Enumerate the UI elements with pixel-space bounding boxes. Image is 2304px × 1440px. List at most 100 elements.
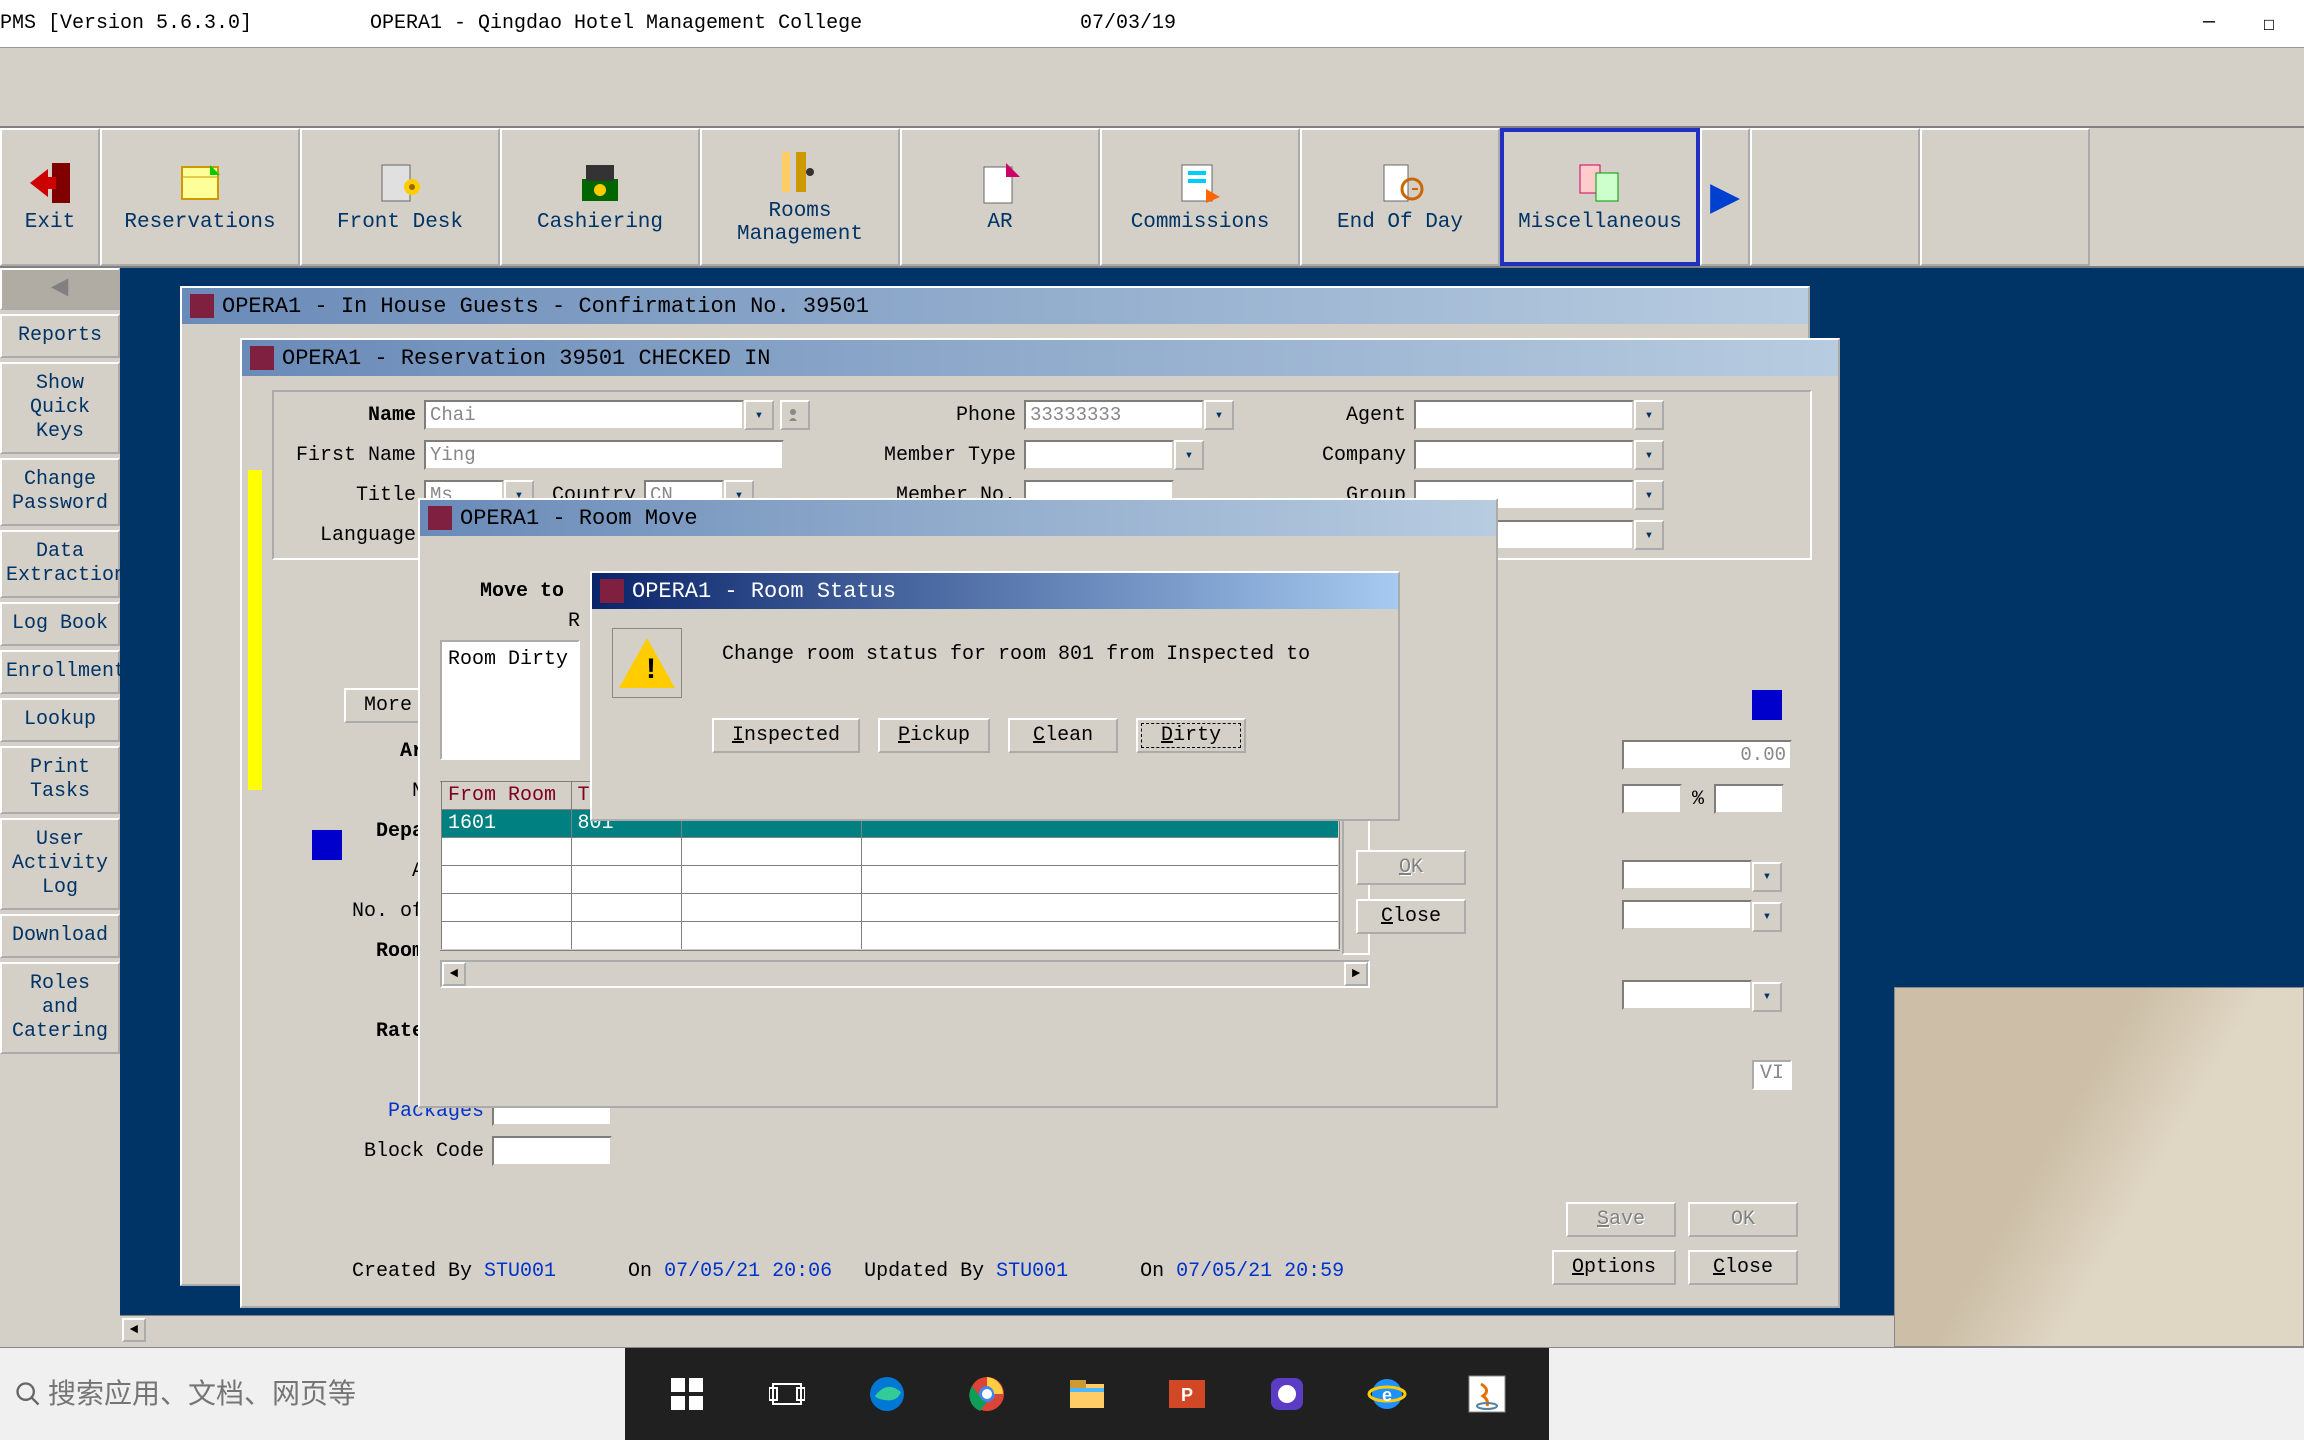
extra-lov-icon[interactable]: ▾ <box>1634 520 1664 550</box>
ie-icon[interactable]: e <box>1365 1372 1409 1416</box>
r2-lov-icon[interactable]: ▾ <box>1752 902 1782 932</box>
sb-roles-catering[interactable]: Roles and Catering <box>0 962 120 1054</box>
start-icon[interactable] <box>665 1372 709 1416</box>
maximize-icon[interactable]: ☐ <box>2254 9 2284 39</box>
rm-close-button[interactable]: Close <box>1356 899 1466 934</box>
toolbar-next-icon[interactable]: ▶ <box>1700 128 1750 266</box>
pickup-button[interactable]: Pickup <box>878 718 990 753</box>
tb-cashiering[interactable]: Cashiering <box>500 128 700 266</box>
java-icon[interactable] <box>1465 1372 1509 1416</box>
tb-rooms-mgmt[interactable]: Rooms Management <box>700 128 900 266</box>
r3-lov-icon[interactable]: ▾ <box>1752 982 1782 1012</box>
inspected-button[interactable]: Inspected <box>712 718 860 753</box>
room-status-title-bar[interactable]: OPERA1 - Room Status <box>592 573 1398 609</box>
room-move-title: OPERA1 - Room Move <box>460 506 698 531</box>
agent-field[interactable] <box>1414 400 1634 430</box>
tb-commissions[interactable]: Commissions <box>1100 128 1300 266</box>
tb-reservations[interactable]: Reservations <box>100 128 300 266</box>
search-input[interactable] <box>46 1377 546 1411</box>
r1-field[interactable] <box>1622 860 1752 890</box>
lbl-created-by: Created By <box>352 1260 472 1283</box>
taskbar-search[interactable] <box>10 1376 546 1412</box>
sb-download[interactable]: Download <box>0 914 120 958</box>
sidebar-prev-icon[interactable]: ◄ <box>0 268 120 310</box>
reservation-title: OPERA1 - Reservation 39501 CHECKED IN <box>282 346 770 371</box>
title-bar: PMS [Version 5.6.3.0] OPERA1 - Qingdao H… <box>0 0 2304 48</box>
balance-field[interactable] <box>1622 740 1792 770</box>
phone-lov-icon[interactable]: ▾ <box>1204 400 1234 430</box>
explorer-icon[interactable] <box>1065 1372 1109 1416</box>
first-name-field[interactable] <box>424 440 784 470</box>
company-lov-icon[interactable]: ▾ <box>1634 440 1664 470</box>
sb-user-activity[interactable]: User Activity Log <box>0 818 120 910</box>
lbl-title: Title <box>274 484 424 507</box>
window-icon <box>600 579 624 603</box>
sb-log-book[interactable]: Log Book <box>0 602 120 646</box>
mdi-scroll-left-icon[interactable]: ◄ <box>122 1318 146 1342</box>
tb-empty-2 <box>1920 128 2090 266</box>
block-code-field[interactable] <box>492 1136 612 1166</box>
r2-field[interactable] <box>1622 900 1752 930</box>
room-move-title-bar[interactable]: OPERA1 - Room Move <box>420 500 1496 536</box>
res-options-button[interactable]: Options <box>1552 1250 1676 1285</box>
clean-button[interactable]: Clean <box>1008 718 1118 753</box>
warning-icon <box>612 628 682 698</box>
res-close-button[interactable]: Close <box>1688 1250 1798 1285</box>
profile-detail-icon[interactable] <box>780 400 810 430</box>
tb-empty-1 <box>1750 128 1920 266</box>
app-icon[interactable] <box>1265 1372 1309 1416</box>
minimize-icon[interactable]: ─ <box>2194 9 2224 39</box>
dirty-button[interactable]: Dirty <box>1136 718 1246 753</box>
company-field[interactable] <box>1414 440 1634 470</box>
phone-field[interactable] <box>1024 400 1204 430</box>
task-view-icon[interactable] <box>765 1372 809 1416</box>
business-date: 07/03/19 <box>1080 12 1176 35</box>
lbl-language: Language <box>274 524 424 547</box>
name-lov-icon[interactable]: ▾ <box>744 400 774 430</box>
tb-miscellaneous[interactable]: Miscellaneous <box>1500 128 1700 266</box>
window-icon <box>190 294 214 318</box>
indicator-square-right <box>1752 690 1782 720</box>
res-ok-button[interactable]: OK <box>1688 1202 1798 1237</box>
tb-end-of-day[interactable]: End Of Day <box>1300 128 1500 266</box>
table-row[interactable] <box>441 838 1339 866</box>
lbl-member-type: Member Type <box>854 444 1024 467</box>
sb-reports[interactable]: Reports <box>0 314 120 358</box>
res-save-button[interactable]: Save <box>1566 1202 1676 1237</box>
grid-hscroll[interactable]: ◄ ► <box>440 960 1370 988</box>
agent-lov-icon[interactable]: ▾ <box>1634 400 1664 430</box>
scroll-left-icon[interactable]: ◄ <box>442 962 466 986</box>
r1-lov-icon[interactable]: ▾ <box>1752 862 1782 892</box>
table-row[interactable] <box>441 922 1339 950</box>
member-type-field[interactable] <box>1024 440 1174 470</box>
sb-print-tasks[interactable]: Print Tasks <box>0 746 120 814</box>
webcam-overlay <box>1894 987 2304 1347</box>
member-type-lov-icon[interactable]: ▾ <box>1174 440 1204 470</box>
tb-exit[interactable]: Exit <box>0 128 100 266</box>
scroll-right-icon[interactable]: ► <box>1344 962 1368 986</box>
tb-ar[interactable]: AR <box>900 128 1100 266</box>
name-field[interactable] <box>424 400 744 430</box>
rm-ok-button[interactable]: OK <box>1356 850 1466 885</box>
window-icon <box>250 346 274 370</box>
app-version: PMS [Version 5.6.3.0] <box>0 12 252 35</box>
reservation-title-bar[interactable]: OPERA1 - Reservation 39501 CHECKED IN <box>242 340 1838 376</box>
table-row[interactable] <box>441 866 1339 894</box>
inhouse-title-bar[interactable]: OPERA1 - In House Guests - Confirmation … <box>182 288 1808 324</box>
search-icon[interactable] <box>10 1376 46 1412</box>
lbl-updated-by: Updated By <box>864 1260 984 1283</box>
tb-front-desk[interactable]: Front Desk <box>300 128 500 266</box>
sb-quick-keys[interactable]: Show Quick Keys <box>0 362 120 454</box>
sb-change-password[interactable]: Change Password <box>0 458 120 526</box>
disc-pct-field[interactable] <box>1714 784 1784 814</box>
sb-enrollment[interactable]: Enrollment <box>0 650 120 694</box>
r3-field[interactable] <box>1622 980 1752 1010</box>
edge-icon[interactable] <box>865 1372 909 1416</box>
powerpoint-icon[interactable]: P <box>1165 1372 1209 1416</box>
sb-data-extraction[interactable]: Data Extraction <box>0 530 120 598</box>
chrome-icon[interactable] <box>965 1372 1009 1416</box>
sb-lookup[interactable]: Lookup <box>0 698 120 742</box>
table-row[interactable] <box>441 894 1339 922</box>
group-lov-icon[interactable]: ▾ <box>1634 480 1664 510</box>
disc-amt-field[interactable] <box>1622 784 1682 814</box>
